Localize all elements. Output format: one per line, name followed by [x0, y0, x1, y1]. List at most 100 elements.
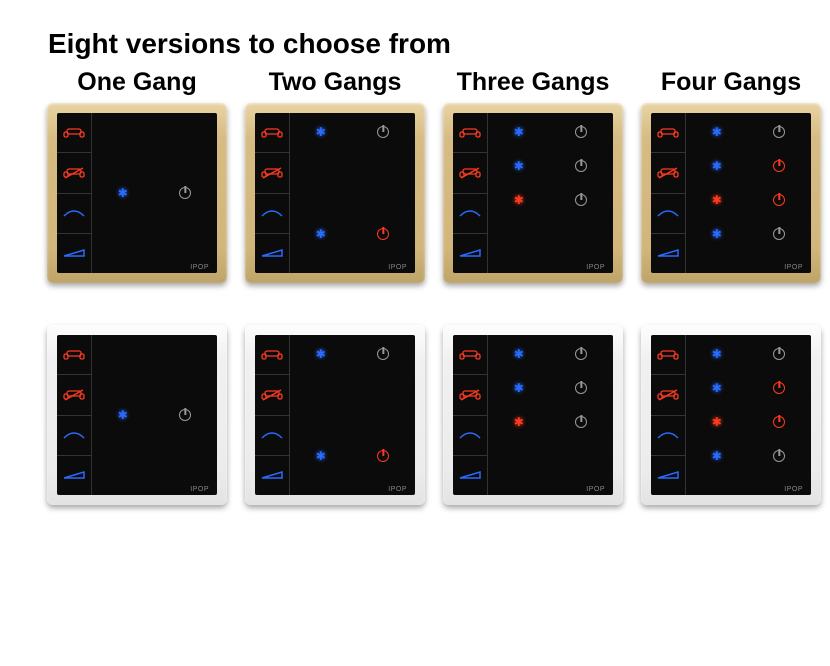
- gang-row: ✱: [290, 217, 415, 251]
- label-three: Three Gangs: [457, 68, 610, 97]
- main-area: ✱ ✱ IPOP: [290, 113, 415, 273]
- brand-label: IPOP: [388, 486, 407, 493]
- power-icon[interactable]: [773, 228, 785, 240]
- page-title: Eight versions to choose from: [48, 28, 830, 60]
- sofa-off-icon[interactable]: [651, 153, 685, 193]
- sofa-off-icon[interactable]: [57, 375, 91, 415]
- sofa-off-icon[interactable]: [453, 375, 487, 415]
- switch-two-white: ✱ ✱ IPOP: [245, 325, 425, 505]
- gang-row: ✱: [488, 149, 613, 183]
- col-four: Four Gangs ✱✱✱✱IPOP ✱✱✱✱IPOP: [632, 68, 830, 547]
- power-icon[interactable]: [773, 160, 785, 172]
- power-icon[interactable]: [773, 348, 785, 360]
- brand-label: IPOP: [784, 264, 803, 271]
- side-strip: [255, 335, 290, 495]
- sofa-icon[interactable]: [453, 335, 487, 375]
- power-icon[interactable]: [377, 228, 389, 240]
- side-strip: [57, 113, 92, 273]
- indicator-star-icon: ✱: [712, 125, 722, 139]
- gang-row: ✱: [290, 337, 415, 371]
- power-icon[interactable]: [773, 416, 785, 428]
- sofa-icon[interactable]: [453, 113, 487, 153]
- indicator-star-icon: ✱: [712, 415, 722, 429]
- power-icon[interactable]: [773, 126, 785, 138]
- power-icon[interactable]: [179, 409, 191, 421]
- curve-icon[interactable]: [453, 416, 487, 456]
- wedge-icon[interactable]: [57, 234, 91, 273]
- power-icon[interactable]: [773, 450, 785, 462]
- gang-row: ✱: [488, 115, 613, 149]
- power-icon[interactable]: [575, 416, 587, 428]
- indicator-star-icon: ✱: [316, 347, 326, 361]
- wedge-icon[interactable]: [255, 456, 289, 495]
- side-strip: [57, 335, 92, 495]
- indicator-star-icon: ✱: [712, 347, 722, 361]
- wedge-icon[interactable]: [57, 456, 91, 495]
- sofa-off-icon[interactable]: [57, 153, 91, 193]
- curve-icon[interactable]: [255, 194, 289, 234]
- touch-panel: ✱ ✱ IPOP: [255, 113, 415, 273]
- power-icon[interactable]: [377, 126, 389, 138]
- label-two: Two Gangs: [269, 68, 402, 97]
- gang-row: ✱: [686, 115, 811, 149]
- power-icon[interactable]: [773, 382, 785, 394]
- sofa-off-icon[interactable]: [651, 375, 685, 415]
- sofa-icon[interactable]: [651, 113, 685, 153]
- indicator-star-icon: ✱: [316, 227, 326, 241]
- indicator-star-icon: ✱: [712, 449, 722, 463]
- indicator-star-icon: ✱: [514, 125, 524, 139]
- sofa-off-icon[interactable]: [255, 375, 289, 415]
- side-strip: [255, 113, 290, 273]
- curve-icon[interactable]: [453, 194, 487, 234]
- curve-icon[interactable]: [651, 416, 685, 456]
- wedge-icon[interactable]: [255, 234, 289, 273]
- curve-icon[interactable]: [57, 194, 91, 234]
- wedge-icon[interactable]: [651, 456, 685, 495]
- sofa-icon[interactable]: [651, 335, 685, 375]
- sofa-icon[interactable]: [57, 335, 91, 375]
- power-icon[interactable]: [575, 160, 587, 172]
- power-icon[interactable]: [377, 348, 389, 360]
- power-icon[interactable]: [179, 187, 191, 199]
- main-area: ✱ ✱ IPOP: [290, 335, 415, 495]
- gang-row: ✱: [686, 337, 811, 371]
- touch-panel: ✱✱✱IPOP: [453, 335, 613, 495]
- curve-icon[interactable]: [651, 194, 685, 234]
- power-icon[interactable]: [773, 194, 785, 206]
- sofa-off-icon[interactable]: [255, 153, 289, 193]
- wedge-icon[interactable]: [651, 234, 685, 273]
- brand-label: IPOP: [190, 264, 209, 271]
- sofa-icon[interactable]: [57, 113, 91, 153]
- indicator-star-icon: ✱: [712, 159, 722, 173]
- power-icon[interactable]: [575, 126, 587, 138]
- sofa-off-icon[interactable]: [453, 153, 487, 193]
- indicator-star-icon: ✱: [514, 193, 524, 207]
- wedge-icon[interactable]: [453, 234, 487, 273]
- power-icon[interactable]: [575, 194, 587, 206]
- main-area: ✱✱✱✱IPOP: [686, 335, 811, 495]
- wedge-icon[interactable]: [453, 456, 487, 495]
- brand-label: IPOP: [784, 486, 803, 493]
- curve-icon[interactable]: [255, 416, 289, 456]
- indicator-star-icon: ✱: [316, 125, 326, 139]
- gang-row: ✱: [488, 405, 613, 439]
- indicator-star-icon: ✱: [316, 449, 326, 463]
- gang-row: ✱: [686, 217, 811, 251]
- gang-row: ✱: [92, 176, 217, 210]
- power-icon[interactable]: [575, 348, 587, 360]
- sofa-icon[interactable]: [255, 335, 289, 375]
- main-area: ✱ IPOP: [92, 113, 217, 273]
- switch-three-gold: ✱✱✱IPOP: [443, 103, 623, 283]
- switch-one-gold: ✱ IPOP: [47, 103, 227, 283]
- brand-label: IPOP: [388, 264, 407, 271]
- sofa-icon[interactable]: [255, 113, 289, 153]
- gang-row: ✱: [92, 398, 217, 432]
- gang-row: ✱: [290, 115, 415, 149]
- power-icon[interactable]: [575, 382, 587, 394]
- curve-icon[interactable]: [57, 416, 91, 456]
- touch-panel: ✱✱✱✱IPOP: [651, 335, 811, 495]
- gang-row: ✱: [290, 439, 415, 473]
- side-strip: [651, 113, 686, 273]
- switch-four-gold: ✱✱✱✱IPOP: [641, 103, 821, 283]
- power-icon[interactable]: [377, 450, 389, 462]
